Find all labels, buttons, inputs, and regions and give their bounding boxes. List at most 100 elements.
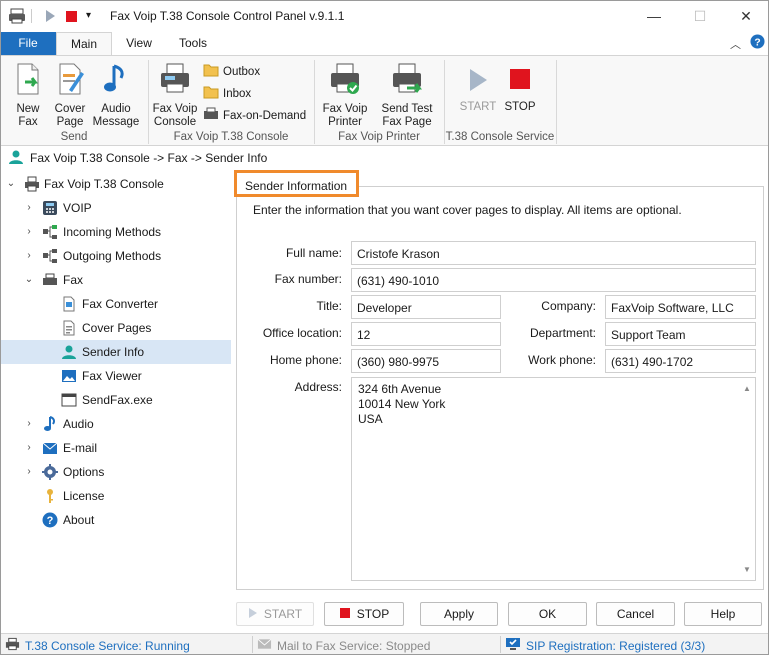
user-icon	[61, 344, 77, 360]
tree-item-root[interactable]: ⌄ Fax Voip T.38 Console	[0, 172, 231, 196]
chevron-right-icon[interactable]: ›	[24, 419, 34, 429]
customize-qa-icon[interactable]: ▾	[86, 10, 91, 26]
company-field[interactable]: FaxVoip Software, LLC	[605, 295, 756, 319]
chevron-down-icon[interactable]: ⌄	[6, 179, 16, 189]
chevron-right-icon[interactable]: ›	[24, 203, 34, 213]
tab-main[interactable]: Main	[56, 32, 112, 56]
address-textarea[interactable]: 324 6th Avenue 10014 New York USA ▲ ▼	[351, 377, 756, 581]
tree-item-audio[interactable]: › Audio	[0, 412, 231, 436]
stop-icon	[339, 607, 351, 622]
tree-item-email[interactable]: › E-mail	[0, 436, 231, 460]
new-fax-button[interactable]: New Fax	[10, 62, 46, 129]
fax-number-field[interactable]: (631) 490-1010	[351, 268, 756, 292]
svg-text:?: ?	[47, 515, 54, 527]
tree-item-voip[interactable]: › VOIP	[0, 196, 231, 220]
scroll-down-icon[interactable]: ▼	[743, 562, 751, 577]
tree-label: SendFax.exe	[82, 393, 153, 407]
play-icon	[458, 66, 498, 98]
t38-status-text: T.38 Console Service: Running	[25, 638, 190, 653]
cover-page-button[interactable]: Cover Page	[52, 62, 88, 129]
apply-button[interactable]: Apply	[420, 602, 498, 626]
tab-tools[interactable]: Tools	[168, 32, 218, 55]
chevron-right-icon[interactable]: ›	[24, 443, 34, 453]
console-group-name: Fax Voip T.38 Console	[173, 131, 289, 143]
tree-item-cover-pages[interactable]: Cover Pages	[0, 316, 231, 340]
stop-qa-icon[interactable]	[65, 8, 79, 24]
tree-item-outgoing-methods[interactable]: › Outgoing Methods	[0, 244, 231, 268]
ok-button[interactable]: OK	[508, 602, 587, 626]
chevron-down-icon[interactable]: ⌄	[24, 275, 34, 285]
department-label: Department:	[529, 326, 596, 340]
fax-voip-printer-label: Fax Voip Printer	[322, 103, 368, 128]
help-icon[interactable]: ?	[750, 34, 765, 52]
close-icon[interactable]: ✕	[723, 0, 769, 32]
fax-voip-console-label: Fax Voip Console	[152, 103, 198, 128]
tree-item-license[interactable]: License	[0, 484, 231, 508]
start-qa-icon[interactable]	[44, 8, 56, 24]
send-test-fax-icon	[378, 62, 436, 100]
chevron-right-icon[interactable]: ›	[24, 467, 34, 477]
status-separator	[500, 636, 501, 653]
music-note-icon	[42, 416, 58, 432]
chevron-right-icon[interactable]: ›	[24, 251, 34, 261]
tree-label: Options	[63, 465, 105, 479]
send-test-fax-button[interactable]: Send Test Fax Page	[378, 62, 436, 129]
breadcrumb: Fax Voip T.38 Console -> Fax -> Sender I…	[0, 147, 769, 169]
stop-service-button[interactable]: STOP	[501, 66, 539, 114]
tree-label: License	[63, 489, 105, 503]
outbox-label: Outbox	[223, 65, 261, 78]
sip-registration-status[interactable]: SIP Registration: Registered (3/3)	[505, 637, 705, 654]
start-service-button[interactable]: START	[458, 66, 498, 114]
tree-item-fax[interactable]: ⌄ Fax	[0, 268, 231, 292]
fax-voip-printer-button[interactable]: Fax Voip Printer	[320, 62, 370, 129]
new-fax-icon	[10, 62, 46, 100]
tree-item-fax-viewer[interactable]: Fax Viewer	[0, 364, 231, 388]
full-name-field[interactable]: Cristofe Krason	[351, 241, 756, 265]
t38-service-status[interactable]: T.38 Console Service: Running	[5, 637, 190, 654]
start-button[interactable]: START	[236, 602, 314, 626]
scroll-up-icon[interactable]: ▲	[743, 381, 751, 396]
cover-pages-icon	[61, 320, 77, 336]
tree-label: VOIP	[63, 201, 92, 215]
office-location-field[interactable]: 12	[351, 322, 501, 346]
sip-status-text: SIP Registration: Registered (3/3)	[526, 638, 706, 653]
tree-item-about[interactable]: ? About	[0, 508, 231, 532]
qa-separator	[31, 9, 32, 23]
chevron-right-icon[interactable]: ›	[24, 227, 34, 237]
tree-item-options[interactable]: › Options	[0, 460, 231, 484]
collapse-ribbon-icon[interactable]: ︿	[730, 36, 741, 52]
maximize-icon[interactable]: ☐	[677, 0, 723, 32]
email-icon	[42, 440, 58, 456]
stop-button[interactable]: STOP	[324, 602, 404, 626]
tree-item-sender-info[interactable]: Sender Info	[0, 340, 231, 364]
address-scrollbar[interactable]: ▲ ▼	[739, 378, 755, 580]
help-button[interactable]: Help	[684, 602, 762, 626]
outbox-button[interactable]: Outbox	[203, 63, 260, 80]
cancel-button[interactable]: Cancel	[596, 602, 675, 626]
tree-item-fax-converter[interactable]: Fax Converter	[0, 292, 231, 316]
mail-to-fax-icon	[257, 637, 272, 654]
home-phone-field[interactable]: (360) 980-9975	[351, 349, 501, 373]
key-icon	[42, 488, 58, 504]
audio-message-button[interactable]: Audio Message	[92, 62, 140, 129]
address-line: 324 6th Avenue	[358, 382, 442, 396]
phone-icon	[42, 200, 58, 216]
start-button-label: START	[263, 607, 303, 621]
tab-file[interactable]: File	[0, 32, 56, 55]
tab-view[interactable]: View	[114, 32, 164, 55]
mail-service-status[interactable]: Mail to Fax Service: Stopped	[257, 637, 430, 654]
department-field[interactable]: Support Team	[605, 322, 756, 346]
folder-icon	[203, 85, 219, 102]
stop-icon	[501, 66, 539, 98]
minimize-icon[interactable]: —	[631, 0, 677, 32]
fax-voip-console-button[interactable]: Fax Voip Console	[152, 62, 198, 129]
tree-item-sendfax-exe[interactable]: SendFax.exe	[0, 388, 231, 412]
title-label: Title:	[316, 299, 342, 313]
fax-on-demand-button[interactable]: Fax-on-Demand	[203, 107, 306, 124]
full-name-label: Full name:	[285, 246, 342, 260]
work-phone-label: Work phone:	[528, 353, 596, 367]
tree-item-incoming-methods[interactable]: › Incoming Methods	[0, 220, 231, 244]
title-field[interactable]: Developer	[351, 295, 501, 319]
inbox-button[interactable]: Inbox	[203, 85, 251, 102]
work-phone-field[interactable]: (631) 490-1702	[605, 349, 756, 373]
